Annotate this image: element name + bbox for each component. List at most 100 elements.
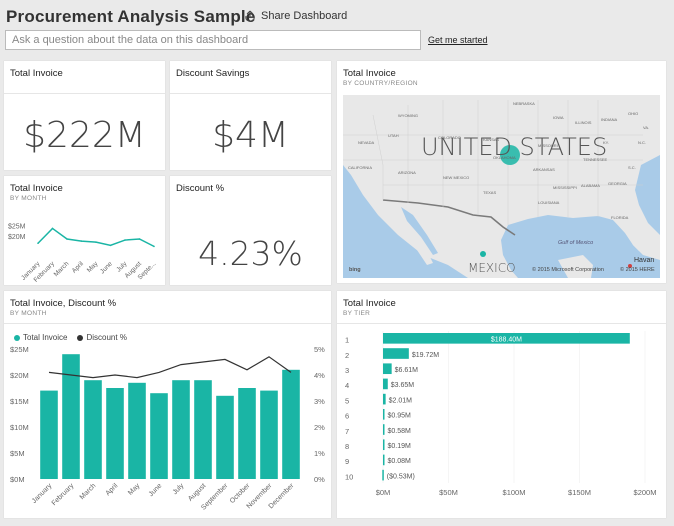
tier-bar (383, 424, 385, 435)
dashboard-title: Procurement Analysis Sample (6, 7, 256, 26)
y-left-tick: $25M (10, 345, 29, 354)
data-label: $188.40M (491, 337, 522, 344)
data-label: $0.58M (388, 428, 412, 435)
state-label: COLORADO (438, 135, 461, 140)
y-left-tick: $20M (10, 371, 29, 380)
map-base (343, 95, 660, 278)
y-left-tick: $15M (10, 397, 29, 406)
tile-total-invoice[interactable]: Total Invoice $222M (4, 61, 165, 170)
tier-bar (383, 454, 385, 466)
x-tick-label: $0M (376, 488, 391, 497)
x-tick-label: July (172, 482, 186, 496)
y-right-tick: 4% (314, 371, 325, 380)
x-tick-label: $200M (634, 488, 657, 497)
x-tick-label: $100M (503, 488, 526, 497)
legend-item-discount[interactable]: Discount % (77, 333, 127, 342)
tile-invoice-by-month[interactable]: Total Invoice BY MONTH $25M $20M January Fe… (4, 176, 165, 285)
total-invoice-value: $222M (23, 115, 146, 156)
invoice-bar (194, 380, 212, 479)
x-tick-label: June (148, 482, 164, 498)
state-label: NEBRASKA (513, 101, 535, 106)
discount-pct-value: 4.23% (198, 234, 303, 273)
state-label: MISSISSIPPI (553, 185, 577, 190)
data-label: $0.95M (388, 413, 412, 420)
mexico-bubble (480, 251, 486, 257)
legend-item-total-invoice[interactable]: Total Invoice (14, 333, 67, 342)
x-tick-label: April (105, 482, 120, 497)
tier-bar (383, 363, 392, 375)
state-label: MISSOURI (538, 143, 558, 148)
tier-label: 6 (345, 412, 349, 421)
state-label: INDIANA (601, 117, 618, 122)
x-tick-label: August (187, 482, 207, 502)
tier-label: 10 (345, 472, 353, 481)
x-tick-label: June (99, 260, 114, 275)
invoice-bar (216, 395, 234, 479)
tier-bar (383, 348, 409, 359)
state-label: KY. (603, 140, 609, 145)
line-point (80, 240, 83, 242)
dashboard-header: Procurement Analysis Sample Share Dashbo… (0, 0, 674, 58)
tile-subtitle: BY MONTH (10, 310, 47, 317)
legend-label: Discount % (86, 333, 127, 342)
state-label: TENNESSEE (583, 157, 608, 162)
tile-title: Total Invoice (10, 183, 63, 194)
map-label-mexico: MEXICO (468, 261, 516, 275)
x-tick-label: March (79, 482, 98, 501)
tile-divider (170, 93, 331, 94)
y-right-tick: 0% (314, 475, 325, 484)
state-label: OKLAHOMA (493, 155, 516, 160)
state-label: ILLINOIS (575, 120, 592, 125)
data-label: $0.19M (388, 443, 412, 450)
tier-label: 4 (345, 381, 349, 390)
data-label: $6.61M (395, 367, 419, 374)
x-tick-label: February (51, 482, 76, 507)
tier-label: 2 (345, 351, 349, 360)
invoice-line (37, 227, 155, 248)
tile-title: Total Invoice (343, 68, 396, 79)
get-started-link[interactable]: Get me started (428, 35, 488, 45)
invoice-bar (238, 388, 256, 479)
tier-bar (383, 378, 388, 390)
data-label: ($0.53M) (387, 473, 415, 480)
x-tick-label: $50M (439, 488, 458, 497)
discount-savings-value: $4M (212, 115, 289, 156)
tile-invoice-by-country[interactable]: Total Invoice BY COUNTRY/REGION UNITED S… (337, 61, 666, 283)
state-label: S.C. (628, 165, 636, 170)
tier-label: 7 (345, 427, 349, 436)
state-label: TEXAS (483, 190, 497, 195)
y-right-tick: 2% (314, 423, 325, 432)
state-label: ARKANSAS (533, 167, 555, 172)
state-label: ALABAMA (581, 183, 600, 188)
y-right-tick: 3% (314, 397, 325, 406)
invoice-bar (260, 390, 278, 479)
tile-discount-pct[interactable]: Discount % 4.23% (170, 176, 331, 285)
share-dashboard-button[interactable]: Share Dashboard (244, 10, 347, 22)
qa-input[interactable] (5, 30, 421, 50)
state-label: KANSAS (483, 137, 500, 142)
invoice-bar (128, 382, 146, 479)
tile-title: Discount % (176, 183, 225, 194)
y-left-tick: $5M (10, 449, 25, 458)
tier-label: 3 (345, 366, 349, 375)
x-tick-label: May (127, 482, 142, 497)
tile-discount-savings[interactable]: Discount Savings $4M (170, 61, 331, 170)
state-label: ARIZONA (398, 170, 416, 175)
tile-divider (337, 323, 666, 324)
tile-invoice-discount-by-month[interactable]: Total Invoice, Discount % BY MONTH Total… (4, 291, 331, 518)
map-label-havana: Havan (634, 257, 655, 264)
data-label: $19.72M (412, 352, 439, 359)
tier-label: 8 (345, 442, 349, 451)
invoice-bar (150, 393, 168, 479)
y-right-tick: 5% (314, 345, 325, 354)
map-label-gulf: Gulf of Mexico (558, 240, 594, 246)
tile-title: Total Invoice, Discount % (10, 298, 117, 309)
map-view[interactable]: UNITED STATES MEXICO © 2015 Microsoft Co… (343, 95, 660, 278)
tile-invoice-by-tier[interactable]: Total Invoice BY TIER $0M $50M $100M $150M $… (337, 291, 666, 518)
tile-title: Total Invoice (10, 68, 63, 79)
state-label: UTAH (388, 133, 399, 138)
invoice-bar (40, 390, 58, 479)
line-point (138, 238, 141, 240)
invoice-bar (84, 380, 102, 479)
line-point (37, 242, 39, 245)
